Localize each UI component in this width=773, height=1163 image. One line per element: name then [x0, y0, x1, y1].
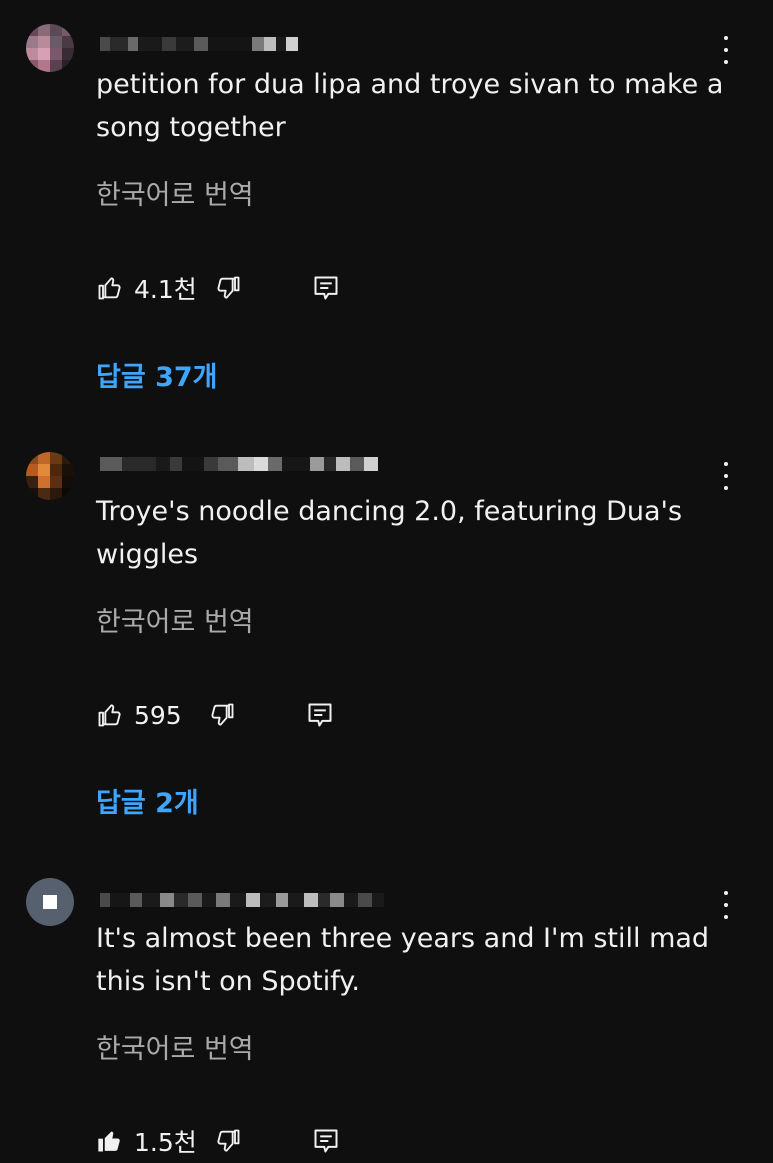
thumb-down-icon [217, 276, 240, 299]
replies-toggle[interactable]: 답글 2개 [96, 781, 199, 820]
thumb-up-filled-icon [98, 1131, 120, 1152]
comment-actions: 4.1천 [96, 273, 396, 304]
thumb-down-icon [211, 703, 234, 726]
like-count: 4.1천 [134, 275, 197, 304]
username-redacted[interactable] [100, 32, 298, 56]
thumb-up-icon [98, 277, 121, 300]
translate-link[interactable]: 한국어로 번역 [96, 173, 254, 212]
translate-link[interactable]: 한국어로 번역 [96, 1027, 254, 1066]
comment-text: Troye's noodle dancing 2.0, featuring Du… [96, 496, 683, 570]
comment-text: It's almost been three years and I'm sti… [96, 923, 710, 997]
avatar[interactable] [26, 878, 74, 926]
more-vert-icon[interactable] [716, 36, 736, 64]
reply-icon [314, 1129, 338, 1153]
reply-button[interactable] [312, 1126, 340, 1156]
reply-button[interactable] [312, 273, 340, 303]
reply-icon [308, 703, 332, 727]
reply-button[interactable] [306, 700, 334, 730]
more-vert-icon[interactable] [716, 462, 736, 490]
like-button[interactable]: 595 [96, 700, 182, 730]
like-count: 595 [134, 700, 182, 730]
like-button[interactable]: 1.5천 [96, 1126, 197, 1157]
reply-icon [314, 276, 338, 300]
username-redacted[interactable] [100, 888, 384, 912]
comment-text: petition for dua lipa and troye sivan to… [96, 69, 724, 143]
thumb-up-icon [98, 704, 121, 727]
comment-actions: 595 [96, 700, 396, 730]
avatar-square [43, 895, 57, 909]
dislike-button[interactable] [208, 700, 236, 730]
dislike-button[interactable] [214, 273, 242, 303]
like-count: 1.5천 [134, 1128, 197, 1157]
avatar[interactable] [26, 24, 74, 72]
replies-toggle[interactable]: 답글 37개 [96, 355, 218, 394]
like-button[interactable]: 4.1천 [96, 273, 197, 304]
translate-link[interactable]: 한국어로 번역 [96, 600, 254, 639]
dislike-button[interactable] [214, 1126, 242, 1156]
username-redacted[interactable] [100, 452, 378, 476]
comment-actions: 1.5천 [96, 1126, 396, 1157]
more-vert-icon[interactable] [716, 891, 736, 919]
thumb-down-icon [217, 1129, 240, 1152]
avatar[interactable] [26, 452, 74, 500]
